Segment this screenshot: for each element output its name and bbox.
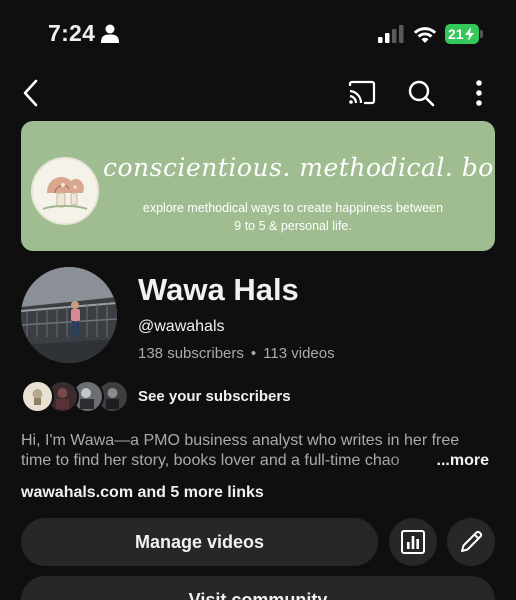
charging-bolt-icon xyxy=(464,27,474,41)
back-icon xyxy=(23,79,38,107)
channel-description[interactable]: Hi, I'm Wawa—a PMO business analyst who … xyxy=(21,431,499,471)
edit-channel-button[interactable] xyxy=(447,518,495,566)
manage-videos-button[interactable]: Manage videos xyxy=(21,518,378,566)
banner-subtitle-line2: 9 to 5 & personal life. xyxy=(234,219,352,233)
status-bar: 7:24 21 xyxy=(0,0,516,64)
channel-banner[interactable]: conscientious. methodical. bookish. expl… xyxy=(21,121,495,251)
back-button[interactable] xyxy=(14,76,48,110)
person-icon xyxy=(101,24,119,43)
channel-stats: 138 subscribers • 113 videos xyxy=(138,345,335,362)
video-count: 113 videos xyxy=(263,345,335,362)
analytics-button[interactable] xyxy=(389,518,437,566)
cast-icon xyxy=(348,80,376,105)
wifi-icon xyxy=(413,27,437,43)
stats-separator: • xyxy=(250,345,257,362)
top-nav-bar xyxy=(0,64,516,120)
banner-subtitle-line1: explore methodical ways to create happin… xyxy=(142,201,444,215)
battery-indicator: 21 xyxy=(445,24,479,44)
channel-handle: @wawahals xyxy=(138,318,225,335)
visit-community-button[interactable]: Visit community xyxy=(21,576,495,600)
more-vertical-icon xyxy=(476,80,482,106)
subscriber-avatars[interactable] xyxy=(21,380,131,413)
search-button[interactable] xyxy=(404,76,438,110)
battery-level: 21 xyxy=(448,26,464,42)
mushroom-logo-icon xyxy=(42,177,88,210)
cellular-signal-icon xyxy=(378,25,404,43)
channel-avatar[interactable] xyxy=(21,267,117,363)
channel-links[interactable]: wawahals.com and 5 more links xyxy=(21,484,264,502)
pencil-icon xyxy=(461,530,483,552)
description-more-link[interactable]: ...more xyxy=(434,451,489,471)
subscriber-avatar xyxy=(21,380,54,413)
description-line1: Hi, I'm Wawa—a PMO business analyst who … xyxy=(21,432,460,449)
cast-button[interactable] xyxy=(345,76,379,110)
channel-name: Wawa Hals xyxy=(138,272,299,307)
battery-tip xyxy=(480,30,483,38)
status-time: 7:24 xyxy=(48,20,96,46)
banner-subtitle: explore methodical ways to create happin… xyxy=(103,199,483,235)
see-subscribers-link[interactable]: See your subscribers xyxy=(138,388,291,405)
banner-logo xyxy=(31,157,99,225)
avatar-photo xyxy=(21,267,117,363)
more-options-button[interactable] xyxy=(462,76,496,110)
search-icon xyxy=(408,80,435,107)
banner-headline: conscientious. methodical. bookish. xyxy=(103,153,495,182)
analytics-icon xyxy=(401,530,425,554)
subscriber-count: 138 subscribers xyxy=(138,345,244,362)
